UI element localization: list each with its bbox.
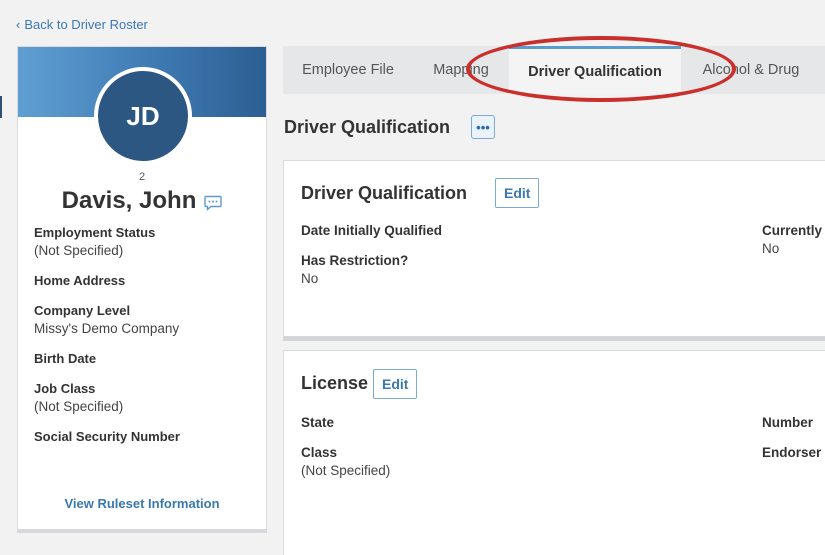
field-home-address: Home Address [34, 272, 254, 290]
left-edge-marker [0, 96, 2, 118]
tab-alcohol-drug[interactable]: Alcohol & Drug [681, 46, 821, 94]
edit-qualification-button[interactable]: Edit [495, 178, 540, 208]
driver-profile-card: JD 2 Davis, John Employment Status (Not … [17, 46, 267, 533]
field-label: Employment Status [34, 225, 156, 240]
number-label: Number [762, 415, 814, 430]
driver-name: Davis, John [61, 187, 197, 214]
field-label: Job Class [34, 381, 96, 396]
page-title: Driver Qualification [284, 117, 451, 137]
field-value: (Not Specified) [34, 399, 124, 414]
profile-fields: Employment Status (Not Specified) Home A… [34, 224, 254, 458]
field-label: Birth Date [34, 351, 97, 366]
field-label: Company Level [34, 303, 131, 318]
avatar-initials: JD [126, 100, 160, 131]
field-company-level: Company Level Missy's Demo Company [34, 302, 254, 338]
field-value: Missy's Demo Company [34, 321, 180, 336]
driver-name-row: Davis, John [18, 187, 266, 215]
field-employment-status: Employment Status (Not Specified) [34, 224, 254, 260]
currently-label: Currently [762, 223, 823, 238]
edit-license-button[interactable]: Edit [373, 369, 418, 399]
back-to-roster-link[interactable]: ‹ Back to Driver Roster [16, 17, 148, 32]
view-ruleset-link[interactable]: View Ruleset Information [18, 496, 266, 511]
field-value: (Not Specified) [34, 243, 124, 258]
back-link-label: Back to Driver Roster [24, 17, 148, 32]
class-label: Class [301, 445, 338, 460]
field-birth-date: Birth Date [34, 350, 254, 368]
tab-driver-qualification[interactable]: Driver Qualification [509, 46, 681, 94]
restriction-label: Has Restriction? [301, 253, 409, 268]
date-qualified-label: Date Initially Qualified [301, 223, 443, 238]
chevron-left-icon: ‹ [16, 17, 21, 32]
panel-title: License [301, 373, 369, 393]
field-label: Social Security Number [34, 429, 180, 444]
driver-qualification-panel: Driver Qualification Edit Date Initially… [283, 160, 825, 341]
class-value: (Not Specified) [301, 463, 391, 478]
message-icon[interactable] [204, 195, 223, 211]
tab-bar: Employee File Mapping Driver Qualificati… [283, 46, 825, 94]
field-label: Home Address [34, 273, 126, 288]
avatar: JD [94, 67, 192, 165]
field-ssn: Social Security Number [34, 428, 254, 446]
more-options-button[interactable]: ••• [471, 115, 495, 139]
tab-employee-file[interactable]: Employee File [283, 46, 413, 94]
ellipsis-icon: ••• [476, 119, 490, 135]
endorsements-label: Endorser [762, 445, 822, 460]
license-panel: License Edit State Number Class (Not Spe… [283, 350, 825, 555]
tab-mapping[interactable]: Mapping [413, 46, 509, 94]
employee-number: 2 [138, 171, 146, 183]
state-label: State [301, 415, 335, 430]
field-job-class: Job Class (Not Specified) [34, 380, 254, 416]
panel-title: Driver Qualification [301, 183, 468, 203]
restriction-value: No [301, 271, 319, 286]
currently-value: No [762, 241, 780, 256]
